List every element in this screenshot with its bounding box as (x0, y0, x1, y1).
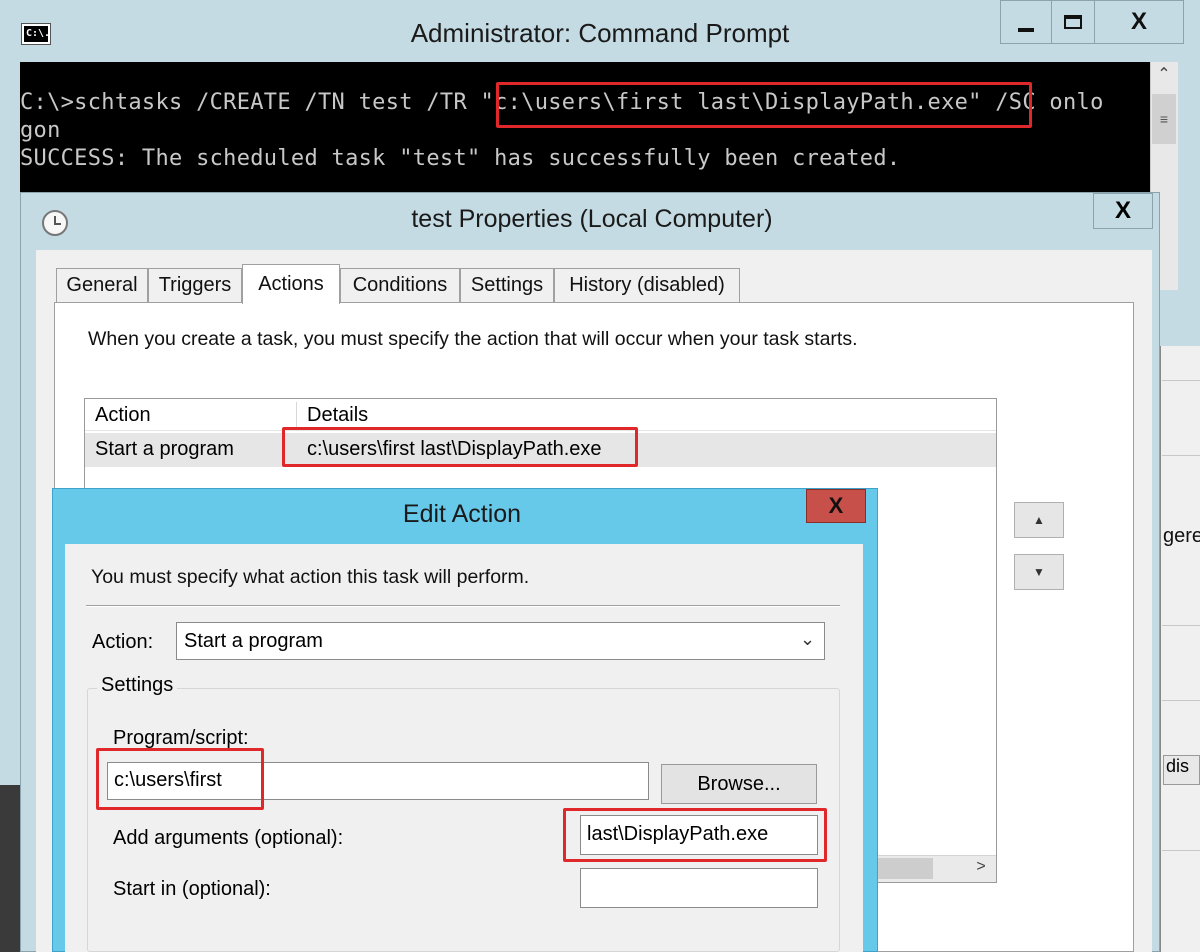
actions-description: When you create a task, you must specify… (88, 328, 858, 350)
tab-triggers[interactable]: Triggers (148, 268, 242, 302)
edit-action-title: Edit Action (402, 500, 522, 528)
edit-action-description: You must specify what action this task w… (91, 566, 530, 588)
properties-close-button[interactable]: X (1093, 193, 1153, 229)
column-header-action[interactable]: Action (95, 404, 151, 427)
maximize-icon (1064, 15, 1082, 29)
highlight-box (96, 748, 264, 810)
cmd-close-button[interactable]: X (1094, 0, 1184, 44)
highlight-box (496, 82, 1032, 128)
divider (1162, 700, 1200, 701)
cmd-window-title: Administrator: Command Prompt (410, 18, 790, 48)
list-item-action: Start a program (95, 438, 234, 460)
settings-legend: Settings (97, 674, 178, 697)
highlight-box (563, 808, 827, 862)
column-header-details[interactable]: Details (307, 404, 368, 427)
minimize-icon (1018, 28, 1034, 32)
action-select-value: Start a program (184, 630, 323, 652)
cmd-icon: C:\. (21, 23, 51, 45)
divider (1162, 380, 1200, 381)
close-icon: X (828, 493, 844, 518)
divider (1162, 625, 1200, 626)
tab-settings[interactable]: Settings (460, 268, 554, 302)
close-icon: X (1114, 197, 1131, 224)
highlight-box (282, 427, 638, 467)
console-scroll-thumb[interactable]: ≡ (1152, 94, 1176, 144)
program-script-label: Program/script: (113, 727, 249, 749)
browse-button[interactable]: Browse... (661, 764, 817, 804)
background-window (1160, 290, 1200, 952)
start-in-label: Start in (optional): (113, 878, 271, 900)
chevron-down-icon[interactable]: ⌄ (800, 629, 815, 650)
divider (1162, 455, 1200, 456)
console-line: SUCCESS: The scheduled task "test" has s… (20, 146, 901, 171)
move-up-button[interactable]: ▲ (1014, 502, 1064, 538)
divider (1162, 850, 1200, 851)
background-text-fragment: gere (1163, 525, 1200, 547)
close-icon: X (1130, 8, 1147, 35)
background-window-titlebar (1160, 290, 1200, 346)
arrow-up-icon[interactable]: ⌃ (1150, 64, 1178, 92)
cmd-minimize-button[interactable] (1000, 0, 1052, 44)
edit-action-close-button[interactable]: X (806, 489, 866, 523)
tab-conditions[interactable]: Conditions (340, 268, 460, 302)
divider (86, 605, 840, 607)
tab-history[interactable]: History (disabled) (554, 268, 740, 302)
add-arguments-label: Add arguments (optional): (113, 827, 344, 849)
chevron-right-icon[interactable]: > (968, 858, 994, 879)
move-down-button[interactable]: ▼ (1014, 554, 1064, 590)
properties-window-title: test Properties (Local Computer) (411, 205, 773, 233)
arrow-down-icon: ▼ (1033, 565, 1045, 579)
arrow-up-icon: ▲ (1033, 513, 1045, 527)
tab-actions[interactable]: Actions (242, 264, 340, 304)
tab-general[interactable]: General (56, 268, 148, 302)
cmd-maximize-button[interactable] (1051, 0, 1095, 44)
action-label: Action: (92, 631, 154, 653)
column-separator[interactable] (296, 402, 297, 430)
start-in-input[interactable] (580, 868, 818, 908)
clock-icon (42, 210, 68, 236)
background-button-fragment[interactable]: dis (1163, 755, 1200, 785)
